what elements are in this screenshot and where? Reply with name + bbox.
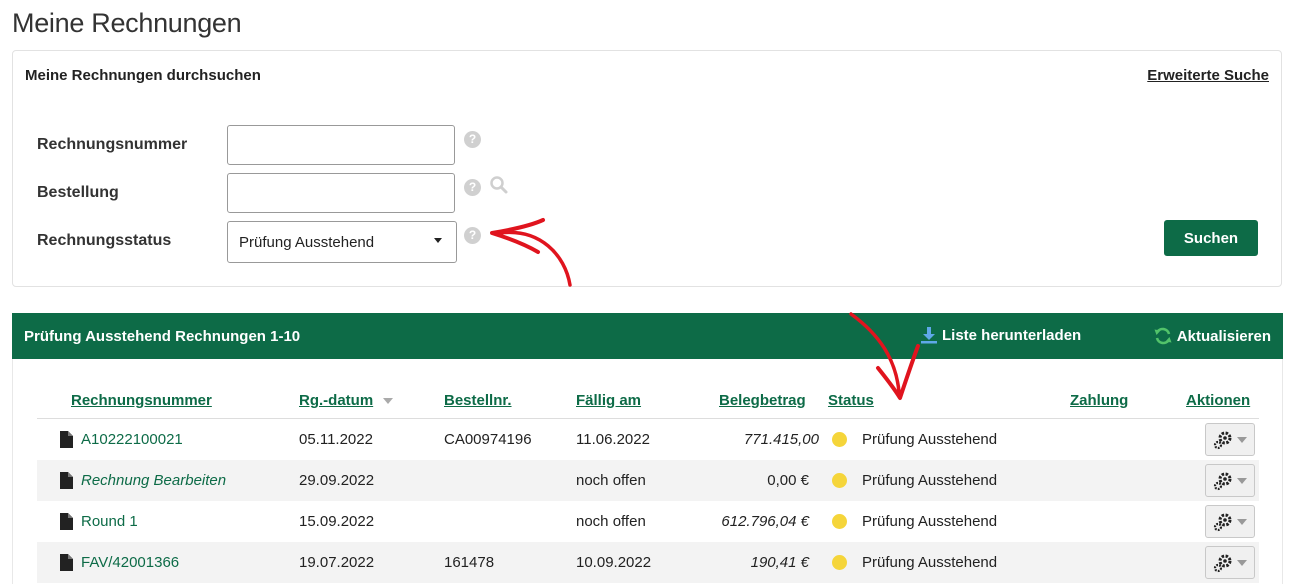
status-select[interactable]: Prüfung Ausstehend [227,221,457,263]
column-header-amount[interactable]: Belegbetrag [719,392,806,409]
invoice-date: 19.07.2022 [299,554,375,571]
table-header: Rechnungsnummer Rg.-datum Bestellnr. Fäl… [37,382,1259,419]
gear-icon [1213,472,1232,490]
caret-down-icon [1237,559,1247,566]
status-select-value: Prüfung Ausstehend [239,234,375,251]
status-pending-icon [832,473,847,488]
invoice-number-link[interactable]: Rechnung Bearbeiten [81,472,226,489]
invoice-amount: 190,41 € [750,554,809,571]
download-list-link[interactable]: Liste herunterladen [920,326,1081,344]
advanced-search-link[interactable]: Erweiterte Suche [1147,67,1269,84]
invoice-date: 15.09.2022 [299,513,375,530]
column-header-invoice-date-label: Rg.-datum [299,392,374,409]
order-number: 161478 [444,554,495,571]
gear-icon [1213,431,1232,449]
refresh-icon [1154,327,1172,345]
order-label: Bestellung [37,184,119,201]
column-header-invoice-number[interactable]: Rechnungsnummer [71,392,212,409]
status-pending-icon [832,514,847,529]
status-label: Rechnungsstatus [37,232,172,249]
document-icon [60,431,73,448]
caret-down-icon [1237,477,1247,484]
document-icon [60,554,73,571]
sort-descending-icon [383,398,394,405]
search-button[interactable]: Suchen [1164,220,1258,256]
column-header-invoice-date[interactable]: Rg.-datum [299,392,394,409]
row-actions-button[interactable] [1205,546,1255,579]
caret-down-icon [1237,436,1247,443]
invoice-number-link[interactable]: Round 1 [81,513,138,530]
row-actions-button[interactable] [1205,423,1255,456]
table-row: Rechnung Bearbeiten 29.09.2022 noch offe… [37,460,1259,501]
status-text: Prüfung Ausstehend [862,431,998,448]
question-circle-icon[interactable]: ? [464,227,481,244]
invoice-amount: 771.415,00 [743,431,819,448]
due-date: 10.09.2022 [576,554,652,571]
question-circle-icon[interactable]: ? [464,179,481,196]
caret-down-icon [434,238,442,243]
invoice-date: 29.09.2022 [299,472,375,489]
status-pending-icon [832,432,847,447]
refresh-label: Aktualisieren [1176,327,1271,345]
invoice-number-link[interactable]: FAV/42001366 [81,554,179,571]
due-date: noch offen [576,513,646,530]
table-row: A10222100021 05.11.2022 CA00974196 11.06… [37,419,1259,460]
invoice-amount: 0,00 € [767,472,809,489]
search-panel-title: Meine Rechnungen durchsuchen [25,67,261,84]
due-date: noch offen [576,472,646,489]
page-title: Meine Rechnungen [12,8,242,38]
status-text: Prüfung Ausstehend [862,513,998,530]
order-number: CA00974196 [444,431,532,448]
status-pending-icon [832,555,847,570]
search-panel: Meine Rechnungen durchsuchen Erweiterte … [12,50,1282,287]
results-header: Prüfung Ausstehend Rechnungen 1-10 Liste… [12,313,1283,359]
invoice-date: 05.11.2022 [299,431,373,448]
table-row: Round 1 15.09.2022 noch offen 612.796,04… [37,501,1259,542]
gear-icon [1213,554,1232,572]
document-icon [60,513,73,530]
invoice-number-link[interactable]: A10222100021 [81,431,183,448]
question-circle-icon[interactable]: ? [464,131,481,148]
status-text: Prüfung Ausstehend [862,554,998,571]
order-input[interactable] [227,173,455,213]
invoice-amount: 612.796,04 € [721,513,809,530]
invoice-number-label: Rechnungsnummer [37,136,188,153]
download-list-label: Liste herunterladen [942,326,1082,344]
column-header-due-date[interactable]: Fällig am [576,392,641,409]
refresh-link[interactable]: Aktualisieren [1153,326,1271,346]
column-header-order-number[interactable]: Bestellnr. [444,392,512,409]
table-row: FAV/42001366 19.07.2022 161478 10.09.202… [37,542,1259,583]
caret-down-icon [1237,518,1247,525]
document-icon [60,472,73,489]
column-header-actions[interactable]: Aktionen [1186,392,1250,409]
download-icon [921,327,937,344]
results-title: Prüfung Ausstehend Rechnungen 1-10 [24,328,301,345]
invoice-table: Rechnungsnummer Rg.-datum Bestellnr. Fäl… [37,382,1259,583]
column-header-status[interactable]: Status [828,392,874,409]
due-date: 11.06.2022 [576,431,650,448]
gear-icon [1213,513,1232,531]
row-actions-button[interactable] [1205,505,1255,538]
invoice-number-input[interactable] [227,125,455,165]
row-actions-button[interactable] [1205,464,1255,497]
magnifier-icon[interactable] [489,175,509,195]
column-header-payment[interactable]: Zahlung [1070,392,1128,409]
status-text: Prüfung Ausstehend [862,472,998,489]
